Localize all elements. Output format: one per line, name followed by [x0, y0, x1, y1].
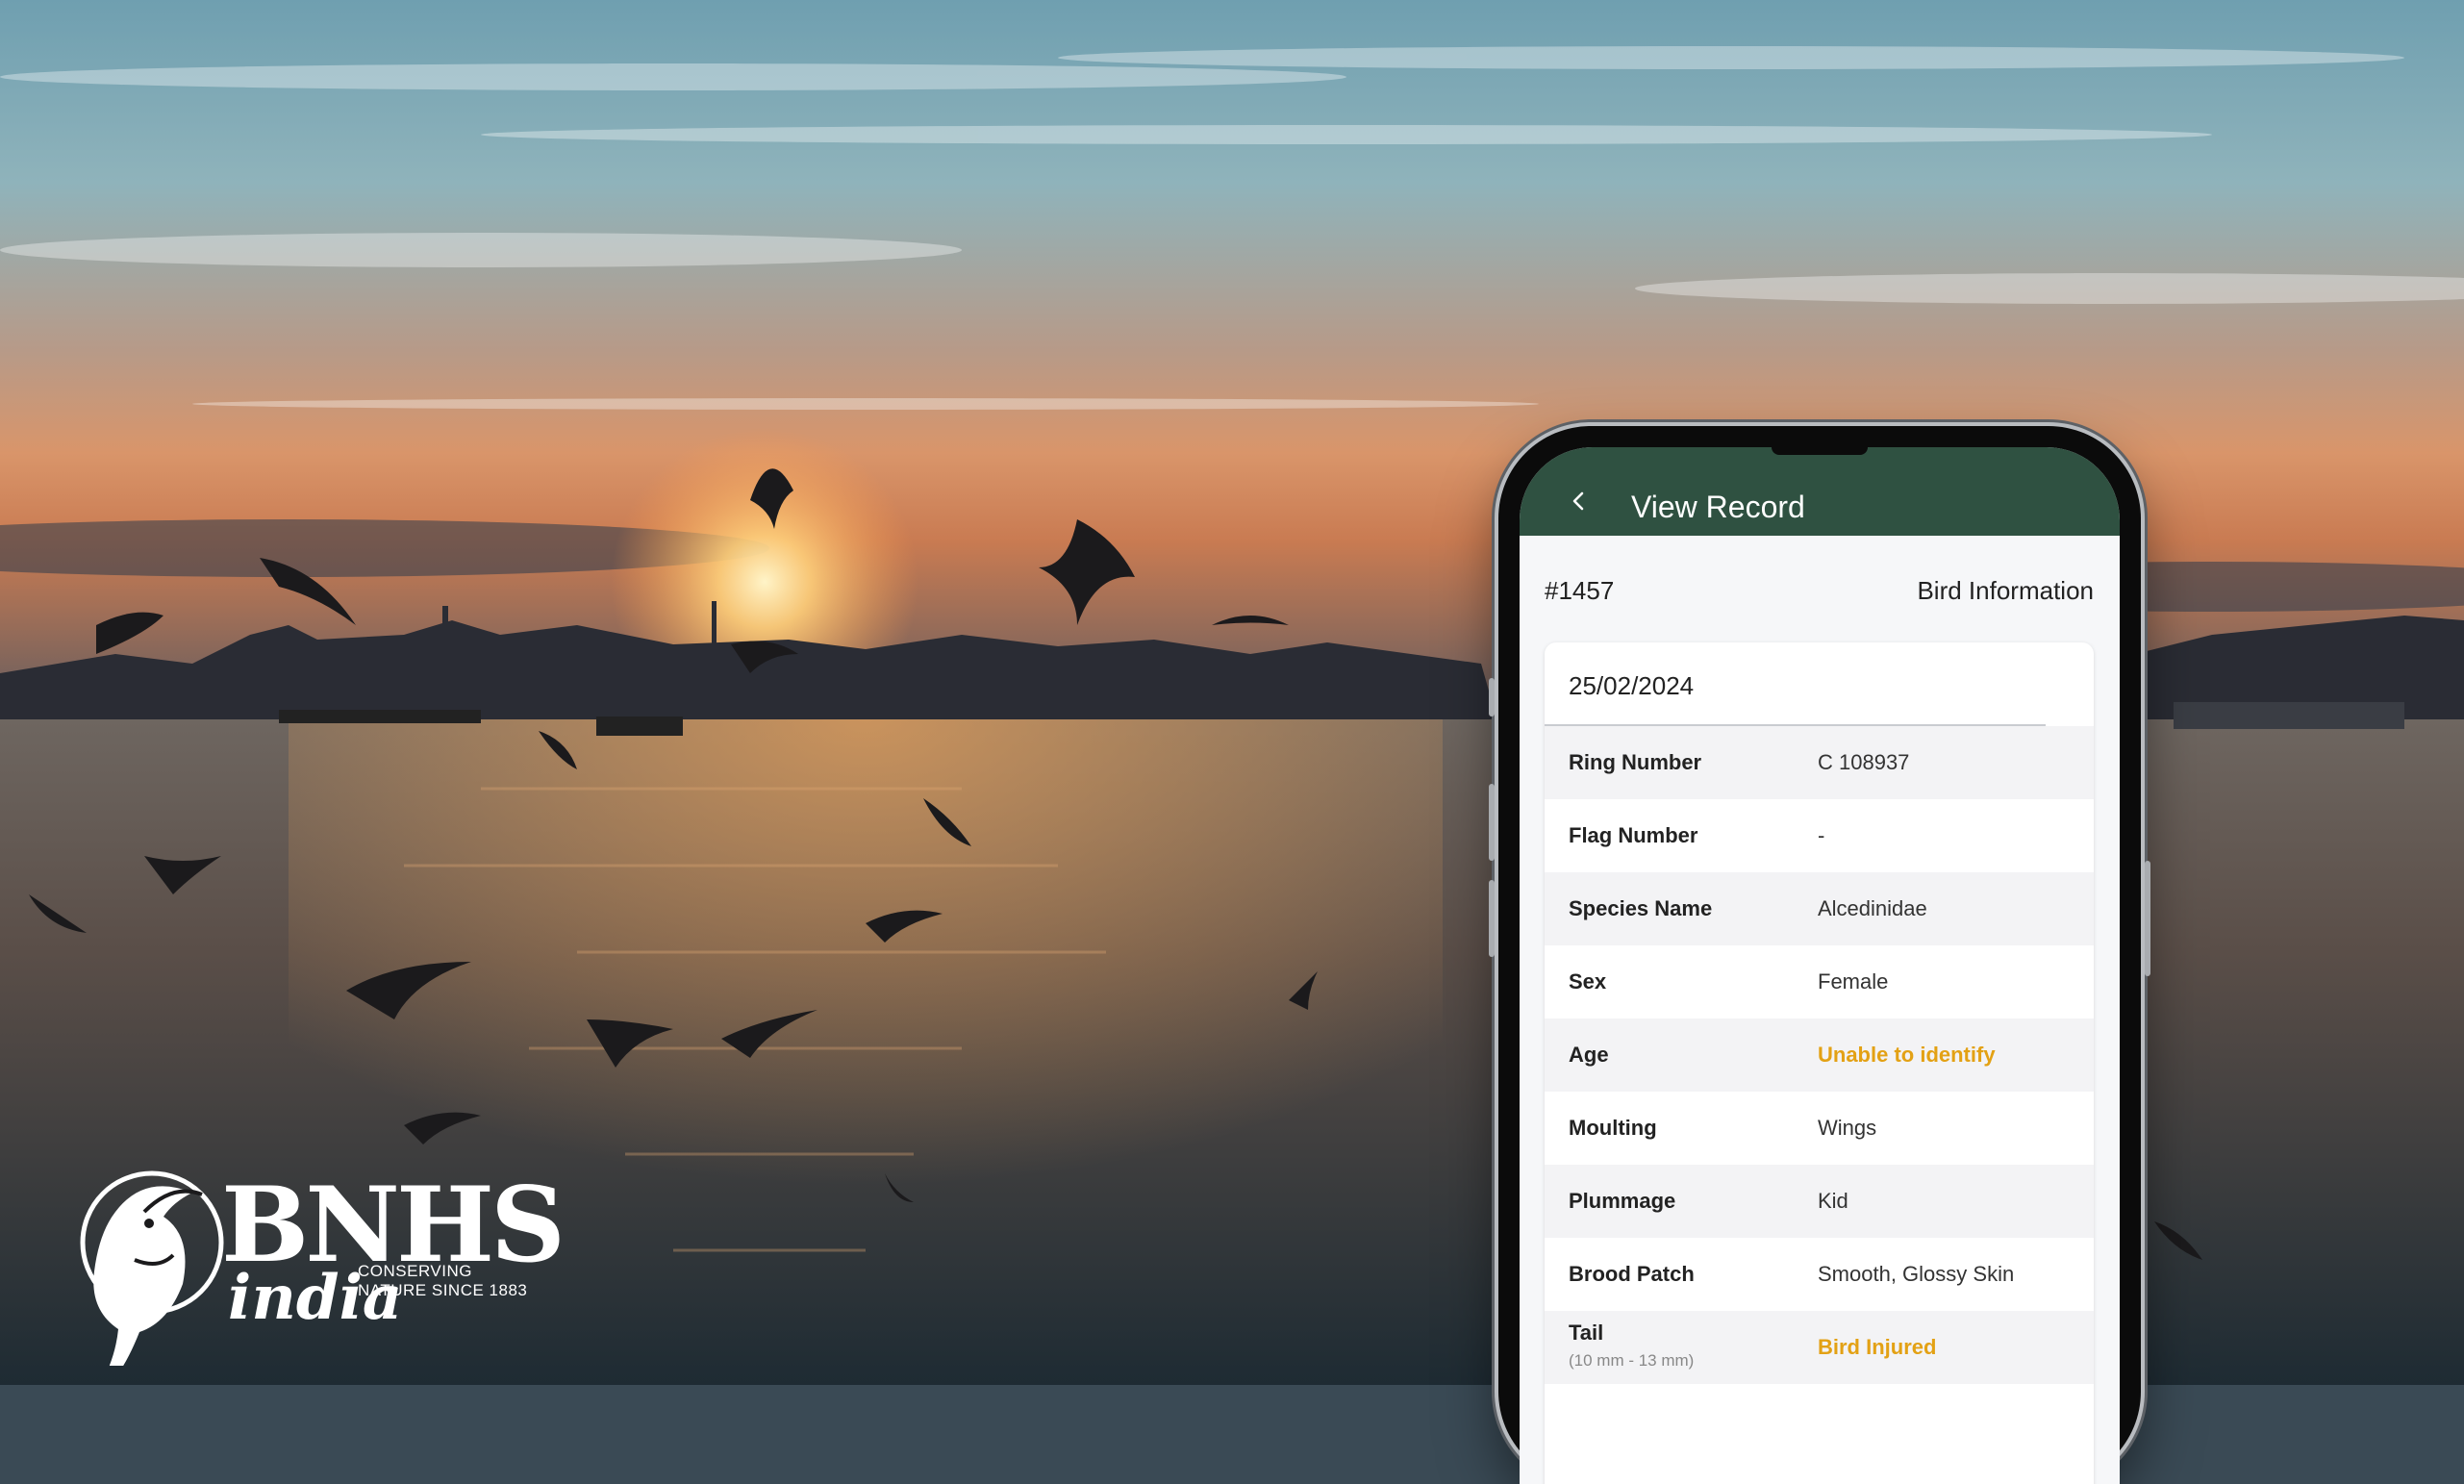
field-row-ring-number: Ring Number C 108937	[1545, 726, 2094, 799]
phone-volume-up-button	[1489, 784, 1495, 861]
page-title: View Record	[1631, 490, 1805, 524]
phone-screen: View Record #1457 Bird Information 25/02…	[1520, 447, 2120, 1484]
field-value: Wings	[1818, 1116, 1877, 1140]
field-row-plummage: Plummage Kid	[1545, 1165, 2094, 1238]
record-card: 25/02/2024 Ring Number C 108937 Flag Num…	[1545, 642, 2094, 1484]
record-date: 25/02/2024	[1569, 671, 1695, 700]
field-label: Species Name	[1569, 896, 1713, 920]
logo-tagline: CONSERVING NATURE SINCE 1883	[358, 1262, 527, 1300]
record-type: Bird Information	[1917, 576, 2094, 605]
logo-tagline-line-1: CONSERVING	[358, 1262, 472, 1280]
field-value-warning: Bird Injured	[1818, 1335, 1937, 1359]
phone-notch	[1772, 447, 1868, 455]
field-sublabel: (10 mm - 13 mm)	[1569, 1351, 1695, 1370]
phone-mockup: View Record #1457 Bird Information 25/02…	[1489, 426, 2150, 1484]
logo-tagline-line-2: NATURE SINCE 1883	[358, 1281, 528, 1299]
field-label: Sex	[1569, 969, 1607, 994]
field-value-warning: Unable to identify	[1818, 1043, 1996, 1067]
field-label: Flag Number	[1569, 823, 1698, 847]
field-label: Tail	[1569, 1321, 1604, 1345]
field-label: Ring Number	[1569, 750, 1702, 774]
field-row-flag-number: Flag Number -	[1545, 799, 2094, 872]
field-label: Plummage	[1569, 1189, 1676, 1213]
record-id: #1457	[1545, 576, 1615, 605]
phone-volume-down-button	[1489, 880, 1495, 957]
field-row-moulting: Moulting Wings	[1545, 1092, 2094, 1165]
field-row-sex: Sex Female	[1545, 945, 2094, 1019]
field-label: Age	[1569, 1043, 1609, 1067]
field-row-species-name: Species Name Alcedinidae	[1545, 872, 2094, 945]
phone-side-button	[1489, 678, 1495, 717]
field-value: Smooth, Glossy Skin	[1818, 1262, 2015, 1286]
chevron-left-icon[interactable]	[1568, 490, 1591, 513]
phone-power-button	[2145, 861, 2150, 976]
hornbill-logo-icon	[80, 1170, 224, 1366]
field-list: Ring Number C 108937 Flag Number - Speci…	[1545, 726, 2094, 1384]
field-value: Alcedinidae	[1818, 896, 1927, 920]
field-label: Brood Patch	[1569, 1262, 1695, 1286]
field-value: -	[1818, 823, 1825, 847]
field-row-tail: Tail (10 mm - 13 mm) Bird Injured	[1545, 1311, 2094, 1384]
field-row-age: Age Unable to identify	[1545, 1019, 2094, 1092]
field-value: C 108937	[1818, 750, 1910, 774]
app-bar: View Record	[1520, 447, 2120, 536]
field-row-brood-patch: Brood Patch Smooth, Glossy Skin	[1545, 1238, 2094, 1311]
field-label: Moulting	[1569, 1116, 1657, 1140]
bnhs-logo: BNHS india CONSERVING NATURE SINCE 1883	[77, 1154, 566, 1366]
field-value: Female	[1818, 969, 1889, 994]
record-content: #1457 Bird Information 25/02/2024 Ring N…	[1520, 536, 2120, 1484]
field-value: Kid	[1818, 1189, 1848, 1213]
